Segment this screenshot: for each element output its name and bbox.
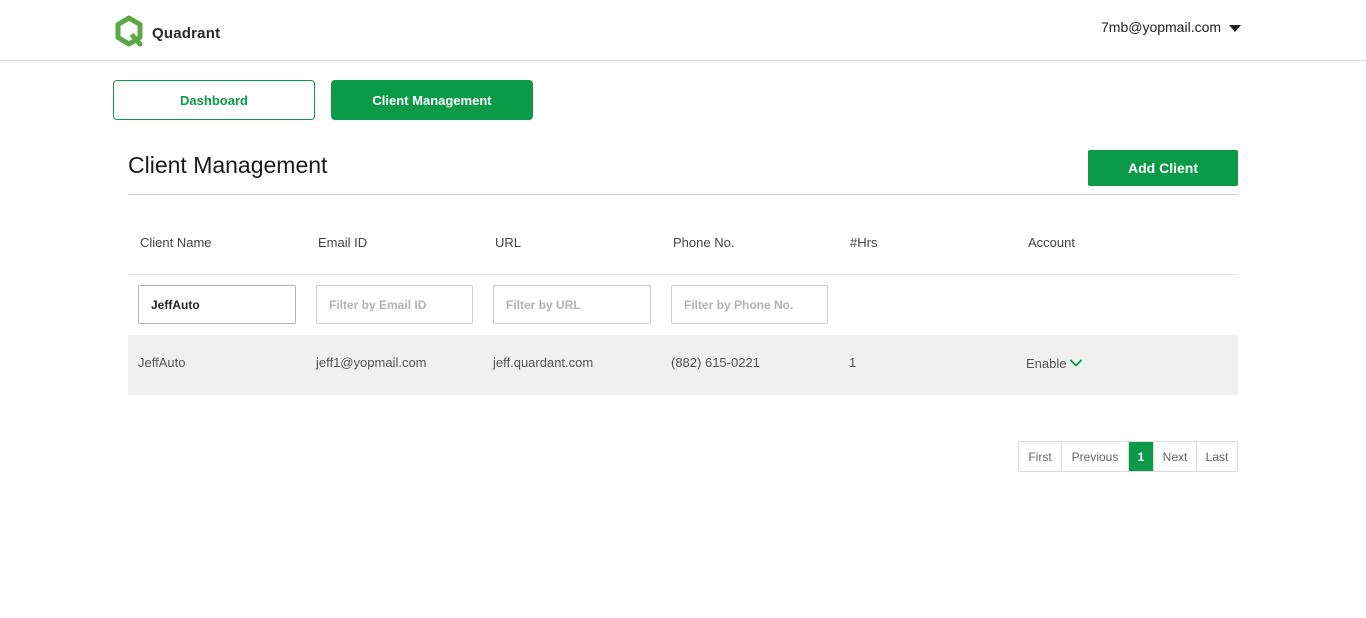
column-header-url[interactable]: URL — [495, 235, 521, 250]
account-status-label: Enable — [1026, 355, 1067, 371]
phone-filter-input[interactable] — [671, 285, 828, 324]
dashboard-button[interactable]: Dashboard — [113, 80, 315, 120]
pagination-first[interactable]: First — [1019, 442, 1062, 471]
brand-name: Quadrant — [152, 25, 221, 42]
column-header-phone[interactable]: Phone No. — [673, 235, 734, 250]
pagination-page-1[interactable]: 1 — [1129, 442, 1154, 471]
cell-phone: (882) 615-0221 — [671, 355, 760, 370]
pagination-last[interactable]: Last — [1197, 442, 1237, 471]
cell-url: jeff.quardant.com — [493, 355, 594, 370]
url-filter-input[interactable] — [493, 285, 651, 324]
brand-logo[interactable]: Quadrant — [113, 15, 220, 52]
column-header-email[interactable]: Email ID — [318, 235, 367, 250]
client-management-button[interactable]: Client Management — [331, 80, 533, 120]
pagination: First Previous 1 Next Last — [1018, 441, 1238, 472]
column-header-account[interactable]: Account — [1028, 235, 1075, 250]
quadrant-logo-icon — [113, 15, 145, 52]
cell-hrs: 1 — [849, 355, 857, 370]
email-filter-input[interactable] — [316, 285, 473, 324]
cell-email: jeff1@yopmail.com — [316, 355, 427, 370]
column-header-hrs[interactable]: #Hrs — [850, 235, 877, 250]
pagination-next[interactable]: Next — [1154, 442, 1197, 471]
client-name-filter-input[interactable] — [138, 285, 296, 324]
user-email: 7mb@yopmail.com — [1101, 19, 1222, 35]
add-client-button[interactable]: Add Client — [1088, 150, 1238, 186]
pagination-previous[interactable]: Previous — [1062, 442, 1129, 471]
column-header-client-name[interactable]: Client Name — [140, 235, 212, 250]
caret-down-icon — [1229, 25, 1242, 32]
user-menu[interactable]: 7mb@yopmail.com — [1101, 19, 1242, 35]
header-divider — [128, 274, 1238, 275]
account-status-dropdown[interactable]: Enable — [1026, 354, 1083, 372]
page-title: Client Management — [128, 152, 328, 178]
top-bar: Quadrant 7mb@yopmail.com — [0, 0, 1366, 61]
cell-client-name: JeffAuto — [138, 355, 186, 370]
title-divider — [128, 194, 1238, 195]
chevron-down-icon — [1066, 354, 1083, 372]
